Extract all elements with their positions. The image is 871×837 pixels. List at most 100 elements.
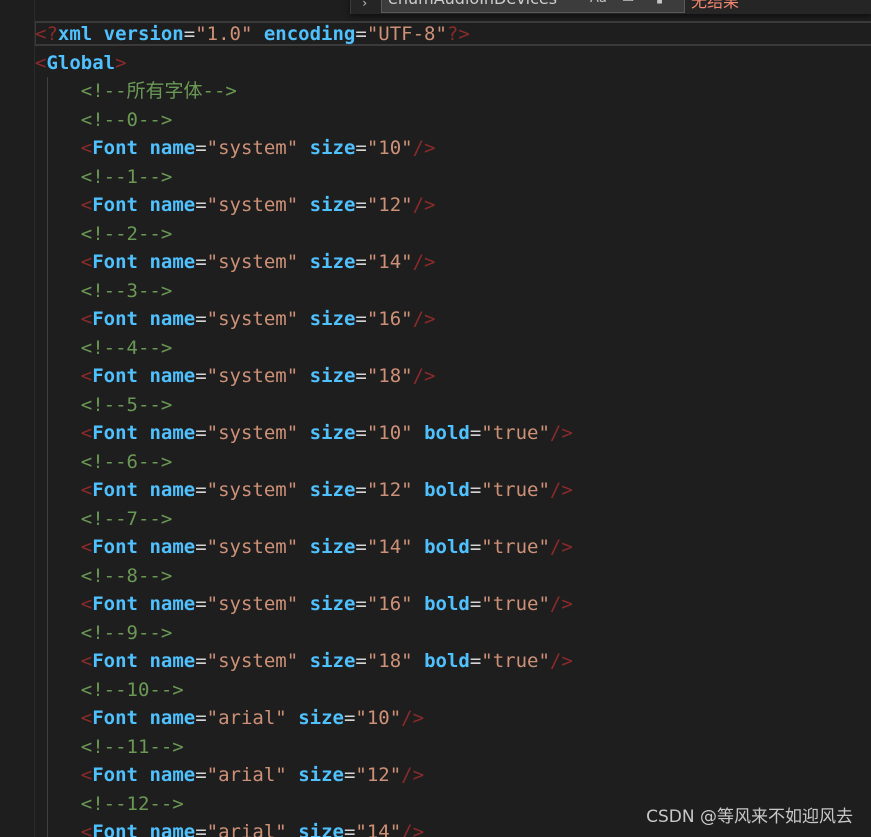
code-line[interactable]: <Font name="system" size="16" bold="true… bbox=[35, 590, 871, 619]
code-line[interactable]: <!--4--> bbox=[35, 333, 871, 362]
attr-value-name: "system" bbox=[206, 308, 299, 330]
attr-size: size bbox=[309, 479, 356, 501]
equals: = bbox=[195, 479, 207, 501]
code-line[interactable]: <!--3--> bbox=[35, 276, 871, 305]
xml-comment: <!--4--> bbox=[80, 336, 173, 359]
attr-name: name bbox=[149, 764, 196, 786]
equals: = bbox=[469, 479, 482, 501]
code-line[interactable]: <Font name="system" size="16"/> bbox=[35, 305, 871, 334]
attr-value-size: "12" bbox=[366, 479, 413, 501]
code-line[interactable]: <Font name="system" size="10"/> bbox=[35, 134, 871, 163]
code-line[interactable]: <Font name="system" size="14"/> bbox=[35, 248, 871, 277]
tag-name: Font bbox=[92, 764, 138, 786]
toggle-replace-icon[interactable]: › bbox=[361, 0, 368, 12]
indent-guide bbox=[47, 105, 48, 134]
attr-value-name: "system" bbox=[206, 593, 299, 615]
code-line[interactable]: <!--0--> bbox=[35, 105, 871, 134]
code-line[interactable]: <!--2--> bbox=[35, 219, 871, 248]
attr-size: size bbox=[309, 365, 356, 387]
indent-guide bbox=[47, 818, 48, 837]
find-query[interactable]: enumAudioInDevices bbox=[388, 0, 557, 8]
equals: = bbox=[355, 251, 367, 273]
watermark: CSDN @等风来不如迎风去 bbox=[646, 807, 853, 827]
xml-comment: <!--10--> bbox=[80, 678, 184, 701]
equals: = bbox=[355, 479, 367, 501]
attr-value-name: "system" bbox=[206, 650, 299, 672]
attr-value-size: "16" bbox=[366, 593, 413, 615]
code-line[interactable]: <Font name="arial" size="10"/> bbox=[35, 704, 871, 733]
code-line[interactable]: <Font name="system" size="18"/> bbox=[35, 362, 871, 391]
attr-name: name bbox=[149, 593, 196, 615]
attr-bold: bold bbox=[424, 479, 470, 501]
token-decl-value: "UTF-8" bbox=[366, 23, 447, 45]
attr-value-name: "arial" bbox=[206, 764, 287, 786]
equals: = bbox=[355, 536, 367, 558]
code-line[interactable]: <!--10--> bbox=[35, 675, 871, 704]
xml-comment: <!--所有字体--> bbox=[80, 80, 237, 102]
code-line[interactable]: <Font name="system" size="12" bold="true… bbox=[35, 476, 871, 505]
indent-guide bbox=[47, 447, 48, 476]
tag-name: Font bbox=[92, 251, 138, 273]
tag-self-close: /> bbox=[549, 422, 573, 444]
tag-name: Font bbox=[92, 536, 138, 558]
equals: = bbox=[195, 650, 207, 672]
tag-name: Font bbox=[92, 821, 138, 837]
find-result-status: 无结果 bbox=[691, 0, 740, 11]
xml-comment: <!--12--> bbox=[80, 792, 184, 815]
code-line[interactable]: <?xml version="1.0" encoding="UTF-8"?> bbox=[35, 20, 871, 49]
tag-self-close: /> bbox=[401, 764, 425, 786]
attr-value-size: "10" bbox=[366, 137, 413, 159]
xml-comment: <!--7--> bbox=[80, 507, 173, 530]
tag-self-close: /> bbox=[549, 650, 573, 672]
tag-name: Font bbox=[92, 137, 138, 159]
match-whole-word-icon[interactable]: ▭ bbox=[622, 0, 634, 9]
code-line[interactable]: <!--5--> bbox=[35, 390, 871, 419]
code-line[interactable]: <Font name="system" size="12"/> bbox=[35, 191, 871, 220]
attr-value-name: "system" bbox=[206, 422, 299, 444]
indent-guide bbox=[47, 362, 48, 391]
xml-comment: <!--2--> bbox=[80, 222, 173, 245]
equals: = bbox=[355, 308, 367, 330]
equals: = bbox=[469, 593, 482, 615]
tag-name: Font bbox=[92, 707, 138, 729]
attr-value-size: "12" bbox=[355, 764, 402, 786]
tag-open-bracket: < bbox=[80, 821, 93, 837]
attr-value-name: "system" bbox=[206, 251, 299, 273]
equals: = bbox=[195, 764, 207, 786]
arrow-up-icon[interactable]: ↑ bbox=[839, 0, 847, 1]
code-line[interactable]: <!--8--> bbox=[35, 561, 871, 590]
code-line[interactable]: <!--所有字体--> bbox=[35, 77, 871, 106]
tag-open-bracket: < bbox=[80, 536, 93, 558]
code-line[interactable]: <Global> bbox=[35, 49, 871, 78]
code-line[interactable]: <Font name="system" size="10" bold="true… bbox=[35, 419, 871, 448]
indent-guide bbox=[47, 390, 48, 419]
code-line[interactable]: <!--6--> bbox=[35, 447, 871, 476]
attr-size: size bbox=[309, 194, 356, 216]
attr-bold: bold bbox=[424, 422, 470, 444]
equals: = bbox=[469, 422, 482, 444]
code-line[interactable]: <Font name="arial" size="12"/> bbox=[35, 761, 871, 790]
equals: = bbox=[195, 137, 207, 159]
match-case-icon[interactable]: Aa bbox=[590, 0, 607, 9]
tag-open-bracket: < bbox=[80, 137, 93, 159]
attr-bold: bold bbox=[424, 536, 470, 558]
attr-value-bold: "true" bbox=[481, 536, 550, 558]
code-line[interactable]: <!--1--> bbox=[35, 162, 871, 191]
tag-open-bracket: < bbox=[80, 365, 93, 387]
find-input[interactable]: enumAudioInDevices Aa ▭ ▮ bbox=[381, 0, 685, 13]
use-regex-icon[interactable]: ▮ bbox=[656, 0, 663, 9]
equals: = bbox=[355, 137, 367, 159]
equals: = bbox=[195, 194, 207, 216]
code-editor[interactable]: <?xml version="1.0" encoding="UTF-8"?> <G… bbox=[35, 20, 871, 837]
code-line[interactable]: <!--7--> bbox=[35, 504, 871, 533]
code-line[interactable]: <Font name="system" size="14" bold="true… bbox=[35, 533, 871, 562]
equals: = bbox=[355, 422, 367, 444]
code-line[interactable]: <!--9--> bbox=[35, 618, 871, 647]
attr-value-size: "12" bbox=[366, 194, 413, 216]
tag-self-close: /> bbox=[401, 707, 425, 729]
attr-value-size: "18" bbox=[366, 365, 413, 387]
code-line[interactable]: <!--11--> bbox=[35, 732, 871, 761]
indent-guide bbox=[47, 590, 48, 619]
token-decl-attr: encoding bbox=[263, 23, 356, 45]
code-line[interactable]: <Font name="system" size="18" bold="true… bbox=[35, 647, 871, 676]
